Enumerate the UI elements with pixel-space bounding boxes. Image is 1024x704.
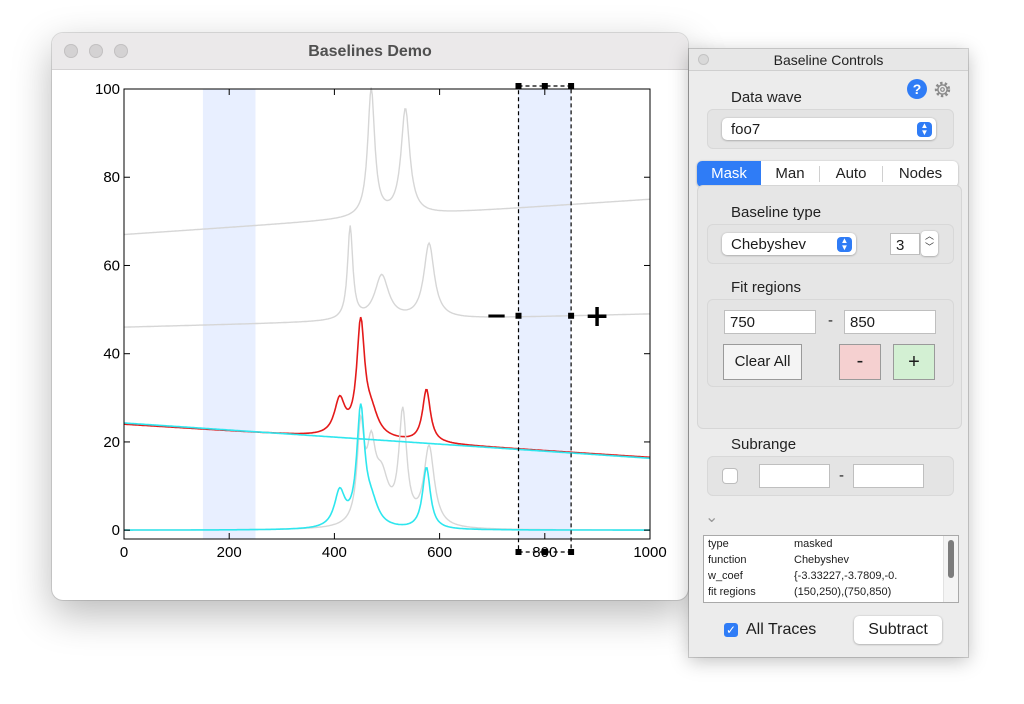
data-wave-popup[interactable]: foo7 ▲ ▼: [722, 118, 936, 140]
x-tick-label: 1000: [633, 544, 666, 561]
baseline-type-group: Chebyshev ▲ ▼ 3 ︿ ﹀: [707, 224, 954, 264]
x-tick-label: 0: [120, 544, 128, 561]
baseline-controls-panel: Baseline Controls ? Data wave foo7 ▲ ▼ Ma…: [689, 49, 968, 657]
y-tick-label: 0: [112, 522, 120, 539]
baseline-type-label: Baseline type: [731, 204, 822, 221]
fit-from-field[interactable]: 750: [724, 310, 816, 334]
data-wave-group: foo7 ▲ ▼: [707, 109, 954, 149]
marquee-handle: [515, 312, 522, 319]
baseline-info-list[interactable]: type masked function Chebyshev w_coef {-3.3…: [703, 535, 959, 603]
x-tick-label: 400: [322, 544, 347, 561]
tab-auto[interactable]: Auto: [820, 161, 882, 187]
panel-title-bar[interactable]: Baseline Controls: [689, 49, 968, 71]
subrange-to-field[interactable]: [853, 464, 924, 488]
subrange-checkbox[interactable]: [723, 469, 737, 483]
marquee-handle: [515, 549, 522, 555]
window-title: Baselines Demo: [308, 43, 432, 60]
mode-tabs: Mask Man Auto Nodes: [697, 161, 958, 187]
y-tick-label: 60: [103, 257, 120, 274]
gear-icon[interactable]: [932, 79, 953, 100]
masked-region: [518, 89, 572, 539]
help-icon[interactable]: ?: [907, 79, 927, 99]
tab-man[interactable]: Man: [761, 161, 819, 187]
baselines-demo-window: Baselines Demo 020406080100 020040060080…: [52, 33, 688, 600]
subrange-label: Subrange: [731, 436, 797, 453]
baseline-type-value: Chebyshev: [731, 236, 807, 253]
add-region-button[interactable]: +: [893, 344, 935, 380]
fit-range-dash: -: [828, 312, 833, 329]
title-bar[interactable]: Baselines Demo: [52, 33, 688, 70]
marquee-handle: [568, 312, 575, 319]
shrink-marquee-icon: −: [486, 301, 508, 331]
scroll-thumb[interactable]: [948, 540, 954, 578]
marquee-handle: [541, 549, 548, 555]
x-tick-label: 600: [427, 544, 452, 561]
baseline-type-popup[interactable]: Chebyshev ▲ ▼: [722, 233, 856, 255]
y-tick-label: 40: [103, 346, 120, 363]
fit-regions-label: Fit regions: [731, 279, 802, 296]
subrange-group: -: [707, 456, 954, 496]
fit-to-field[interactable]: 850: [844, 310, 936, 334]
x-tick-label: 200: [217, 544, 242, 561]
marquee-handle: [568, 83, 575, 89]
y-tick-label: 100: [95, 81, 120, 98]
marquee-handle: [568, 549, 575, 555]
subtract-button[interactable]: Subtract: [854, 616, 942, 644]
disclosure-chevron-icon[interactable]: ⌄: [705, 507, 718, 527]
tab-mask[interactable]: Mask: [697, 161, 761, 187]
expand-marquee-icon: +: [585, 299, 610, 334]
popup-arrows-icon: ▲ ▼: [917, 122, 932, 137]
marquee-handle: [515, 83, 522, 89]
data-wave-label: Data wave: [731, 89, 802, 106]
marquee-handle: [541, 83, 548, 89]
all-traces-label: All Traces: [746, 621, 817, 638]
y-tick-label: 20: [103, 434, 120, 451]
order-field[interactable]: 3: [890, 233, 920, 255]
order-stepper-icon[interactable]: ︿ ﹀: [921, 231, 938, 256]
info-scrollbar[interactable]: [943, 536, 958, 602]
masked-region: [202, 89, 256, 539]
baseline-plot[interactable]: 020406080100 02004006008001000 −+: [52, 69, 688, 600]
subrange-dash: -: [839, 467, 844, 484]
fit-regions-group: 750 - 850 Clear All - +: [707, 299, 954, 387]
clear-all-button[interactable]: Clear All: [723, 344, 802, 380]
tab-nodes[interactable]: Nodes: [883, 161, 958, 187]
data-wave-value: foo7: [731, 121, 761, 138]
all-traces-checkbox[interactable]: ✓: [724, 623, 738, 637]
subrange-from-field[interactable]: [759, 464, 830, 488]
y-tick-label: 80: [103, 169, 120, 186]
popup-arrows-icon: ▲ ▼: [837, 237, 852, 252]
remove-region-button[interactable]: -: [839, 344, 881, 380]
panel-title: Baseline Controls: [773, 52, 884, 68]
